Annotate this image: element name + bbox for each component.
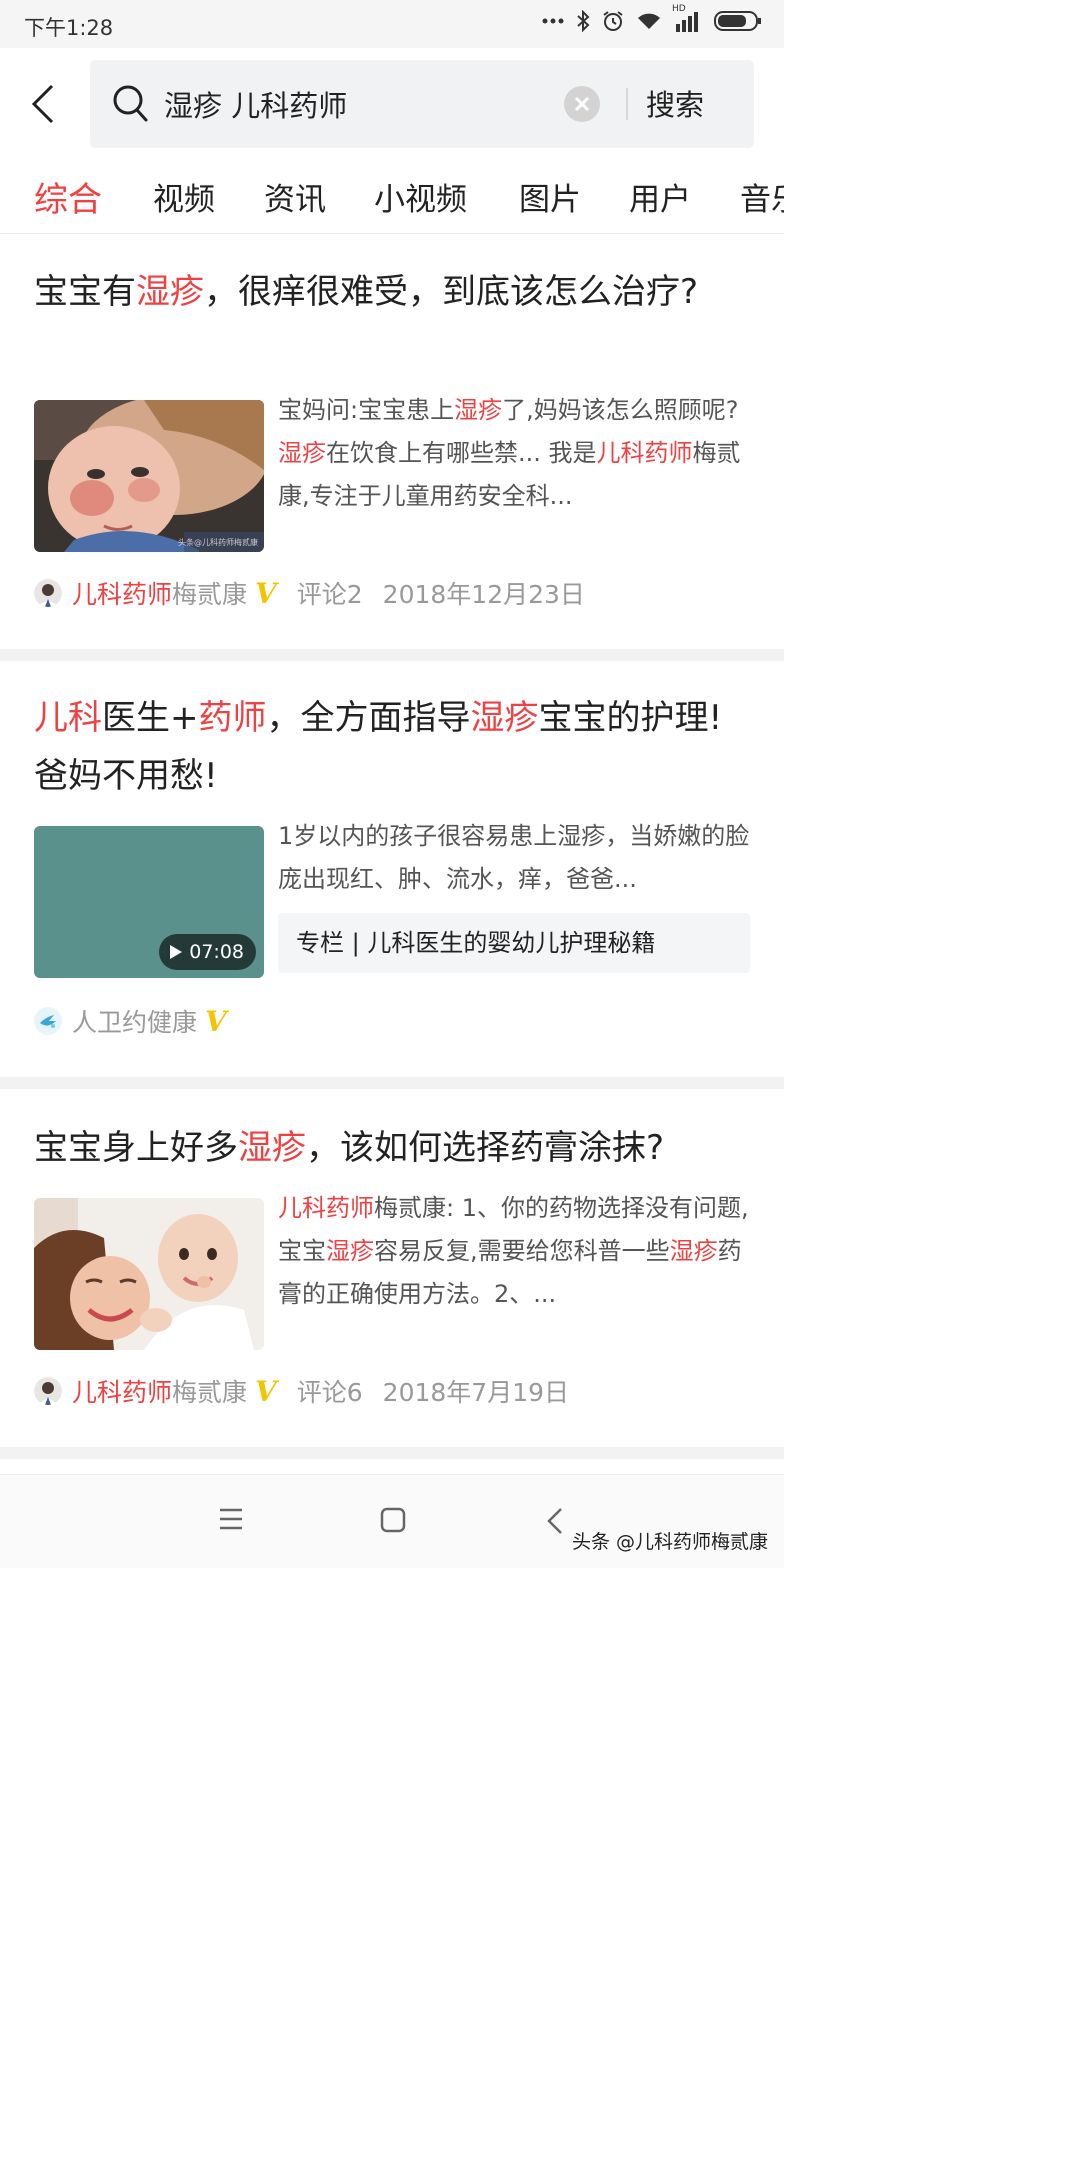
author-name-highlight[interactable]: 儿科药师 bbox=[72, 575, 172, 611]
article-thumbnail[interactable] bbox=[34, 1198, 264, 1350]
abstract-keyword: 湿疹 bbox=[669, 1237, 718, 1265]
avatar[interactable] bbox=[34, 1007, 62, 1035]
title-keyword: 药师 bbox=[198, 698, 267, 738]
article-title[interactable]: 宝宝有湿疹，很痒很难受，到底该怎么治疗? bbox=[34, 263, 750, 321]
separator bbox=[0, 649, 784, 661]
comment-count: 评论6 bbox=[296, 1378, 363, 1407]
tab-bar: 综合 视频 资讯 小视频 图片 用户 音乐 bbox=[0, 160, 784, 234]
publish-date: 2018年7月19日 bbox=[382, 1378, 570, 1407]
title-text: 宝宝身上好多 bbox=[34, 1128, 238, 1168]
status-bar: 下午1:28 HD bbox=[0, 0, 784, 48]
alarm-icon bbox=[602, 10, 624, 32]
article-title[interactable]: 宝宝身上好多湿疹，该如何选择药膏涂抹? bbox=[34, 1119, 750, 1177]
abstract-keyword: 湿疹 bbox=[454, 396, 503, 424]
tab-users[interactable]: 用户 bbox=[629, 174, 691, 219]
more-dots-icon bbox=[542, 17, 564, 25]
separator bbox=[0, 1447, 784, 1459]
abstract-text: 容易反复,需要给您科普一些 bbox=[374, 1237, 670, 1265]
article-meta: 儿科药师 梅贰康 V 评论2 2018年12月23日 bbox=[34, 575, 585, 611]
article-abstract[interactable]: 1岁以内的孩子很容易患上湿疹，当娇嫩的脸庞出现红、肿、流水，痒，爸爸... bbox=[278, 815, 750, 901]
abstract-keyword: 儿科药师 bbox=[278, 1194, 374, 1222]
hd-label: HD bbox=[672, 4, 686, 14]
abstract-keyword: 儿科药师 bbox=[596, 439, 693, 467]
abstract-keyword: 湿疹 bbox=[326, 1237, 374, 1265]
article-abstract[interactable]: 儿科药师梅贰康: 1、你的药物选择没有问题,宝宝湿疹容易反复,需要给您科普一些湿… bbox=[278, 1187, 750, 1316]
search-button[interactable]: 搜索 bbox=[646, 82, 704, 124]
search-header: 搜索 bbox=[0, 48, 784, 160]
article-meta: 儿科药师 梅贰康 V 评论6 2018年7月19日 bbox=[34, 1373, 570, 1409]
abstract-text: 在饮食上有哪些禁... 我是 bbox=[326, 439, 597, 467]
author-name[interactable]: 梅贰康 bbox=[172, 1373, 247, 1409]
column-tag[interactable]: 专栏 | 儿科医生的婴幼儿护理秘籍 bbox=[278, 913, 750, 973]
mother-baby-photo-image bbox=[34, 1198, 264, 1350]
search-box: 搜索 bbox=[90, 60, 754, 148]
publish-date: 2018年12月23日 bbox=[382, 580, 585, 609]
verified-icon: V bbox=[255, 576, 277, 610]
home-icon bbox=[380, 1507, 406, 1533]
hd-signal-icon: HD bbox=[672, 4, 702, 32]
tab-news[interactable]: 资讯 bbox=[264, 174, 326, 219]
search-divider bbox=[626, 88, 628, 120]
baby-photo-image bbox=[34, 400, 264, 552]
bluetooth-icon bbox=[576, 10, 590, 32]
battery-icon bbox=[714, 10, 762, 32]
back-nav-button[interactable] bbox=[546, 1507, 564, 1539]
watermark: 头条 @儿科药师梅贰康 bbox=[571, 1531, 768, 1553]
home-button[interactable] bbox=[380, 1507, 406, 1537]
tab-video[interactable]: 视频 bbox=[153, 174, 215, 219]
article-thumbnail[interactable]: 头条@儿科药师梅贰康 bbox=[34, 400, 264, 552]
author-name[interactable]: 人卫约健康 bbox=[72, 1003, 197, 1039]
title-keyword: 儿科 bbox=[34, 698, 102, 738]
back-arrow-icon bbox=[31, 84, 54, 124]
title-text: ，很痒很难受，到底该怎么治疗? bbox=[204, 272, 699, 312]
tab-images[interactable]: 图片 bbox=[519, 174, 581, 219]
verified-icon: V bbox=[205, 1004, 227, 1038]
article-card[interactable]: 宝宝有湿疹，很痒很难受，到底该怎么治疗? 头条@儿科药师梅贰康 宝妈问:宝宝患上… bbox=[0, 235, 784, 649]
system-nav-bar: 头条 @儿科药师梅贰康 bbox=[0, 1474, 784, 1568]
article-card[interactable]: 宝宝身上好多湿疹，该如何选择药膏涂抹? 儿科药师梅贰康: 1、你的药物选择没有问… bbox=[0, 1089, 784, 1447]
menu-icon bbox=[220, 1508, 242, 1530]
clear-icon[interactable] bbox=[564, 86, 600, 122]
status-icons: HD bbox=[542, 4, 762, 32]
thumb-watermark: 头条@儿科药师梅贰康 bbox=[178, 538, 258, 547]
title-keyword: 湿疹 bbox=[238, 1128, 306, 1168]
title-text: ，该如何选择药膏涂抹? bbox=[306, 1128, 665, 1168]
abstract-text: 了,妈妈该怎么照顾呢? bbox=[502, 396, 739, 424]
search-icon bbox=[112, 84, 150, 128]
separator bbox=[0, 1077, 784, 1089]
avatar[interactable] bbox=[34, 1377, 62, 1405]
tab-music[interactable]: 音乐 bbox=[740, 174, 784, 219]
avatar[interactable] bbox=[34, 579, 62, 607]
verified-icon: V bbox=[255, 1374, 277, 1408]
status-time: 下午1:28 bbox=[24, 16, 114, 40]
title-text: 医生+ bbox=[102, 698, 199, 738]
title-text: ，全方面指导 bbox=[266, 698, 471, 738]
article-title[interactable]: 儿科医生+药师，全方面指导湿疹宝宝的护理!爸妈不用愁! bbox=[34, 689, 750, 805]
wifi-icon bbox=[636, 11, 662, 31]
abstract-keyword: 湿疹 bbox=[278, 439, 326, 467]
search-input[interactable] bbox=[164, 82, 564, 126]
column-tag-row: 专栏 | 儿科医生的婴幼儿护理秘籍 bbox=[0, 913, 784, 973]
article-abstract[interactable]: 宝妈问:宝宝患上湿疹了,妈妈该怎么照顾呢?湿疹在饮食上有哪些禁... 我是儿科药… bbox=[278, 389, 750, 518]
author-name[interactable]: 梅贰康 bbox=[172, 575, 247, 611]
article-meta: 人卫约健康 V bbox=[34, 1003, 247, 1039]
title-keyword: 湿疹 bbox=[136, 272, 204, 312]
comment-count: 评论2 bbox=[296, 580, 363, 609]
tab-general[interactable]: 综合 bbox=[34, 172, 102, 221]
menu-button[interactable] bbox=[218, 1507, 244, 1535]
article-card[interactable]: 儿科医生+药师，全方面指导湿疹宝宝的护理!爸妈不用愁! 07:08 1岁以内的孩… bbox=[0, 661, 784, 1077]
back-icon bbox=[547, 1508, 562, 1534]
back-button[interactable] bbox=[26, 82, 66, 126]
author-name-highlight[interactable]: 儿科药师 bbox=[72, 1373, 172, 1409]
title-text: 宝宝有 bbox=[34, 272, 136, 312]
title-keyword: 湿疹 bbox=[470, 698, 539, 738]
tab-short-video[interactable]: 小视频 bbox=[374, 174, 467, 219]
abstract-text: 宝妈问:宝宝患上 bbox=[278, 396, 455, 424]
